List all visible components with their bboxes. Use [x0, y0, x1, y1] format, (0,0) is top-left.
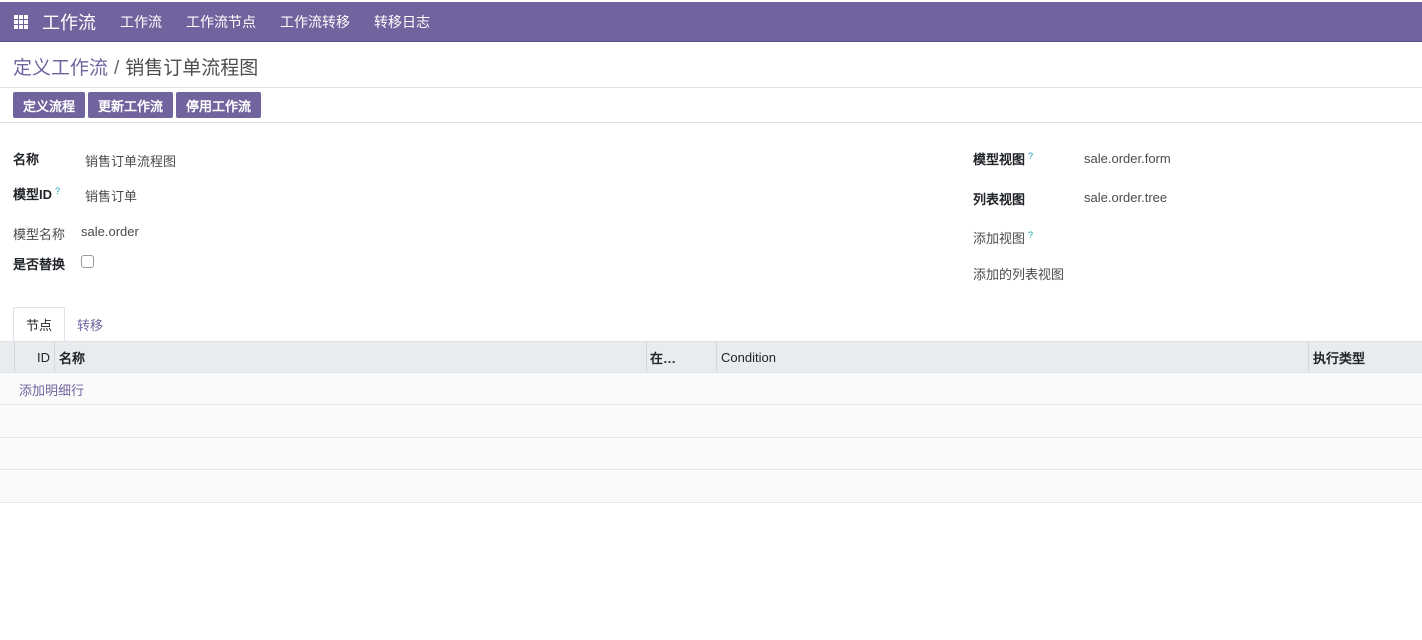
breadcrumb: 定义工作流 / 销售订单流程图 [13, 53, 258, 80]
add-view-label-text: 添加视图 [973, 231, 1026, 246]
table-row [0, 406, 1422, 438]
add-list-view-label: 添加的列表视图 [973, 267, 1065, 282]
breadcrumb-parent[interactable]: 定义工作流 [13, 58, 108, 79]
name-value[interactable]: 销售订单流程图 [85, 151, 176, 170]
add-line-link[interactable]: 添加明细行 [19, 380, 84, 399]
table-row [0, 438, 1422, 470]
table-header: ID 名称 在… Condition 执行类型 [0, 341, 1422, 373]
menu-workflow-nodes[interactable]: 工作流节点 [186, 12, 256, 32]
app-title[interactable]: 工作流 [42, 9, 96, 35]
model-id-value[interactable]: 销售订单 [85, 186, 137, 205]
help-icon[interactable]: ? [1028, 151, 1033, 161]
breadcrumb-current: 销售订单流程图 [125, 58, 259, 79]
column-condition[interactable]: Condition [721, 342, 776, 373]
column-divider [646, 342, 647, 373]
update-workflow-button[interactable]: 更新工作流 [88, 92, 174, 118]
model-view-value[interactable]: sale.order.form [1084, 151, 1171, 166]
apps-grid-icon[interactable] [14, 14, 28, 29]
menu-workflow-transitions[interactable]: 工作流转移 [280, 12, 350, 32]
column-divider [54, 342, 55, 373]
add-view-label: 添加视图? [973, 228, 1033, 247]
action-button-bar: 定义流程 更新工作流 停用工作流 [13, 92, 262, 118]
column-divider [716, 342, 717, 373]
model-name-label: 模型名称 [13, 227, 66, 242]
menu-workflow[interactable]: 工作流 [120, 12, 162, 32]
disable-workflow-button[interactable]: 停用工作流 [176, 92, 262, 118]
replace-label: 是否替换 [13, 257, 66, 272]
column-in[interactable]: 在… [650, 342, 676, 373]
divider [0, 122, 1422, 123]
column-exec-type[interactable]: 执行类型 [1313, 342, 1365, 373]
model-name-value[interactable]: sale.order [81, 224, 139, 239]
tab-transitions[interactable]: 转移 [77, 315, 103, 334]
list-view-value[interactable]: sale.order.tree [1084, 190, 1167, 205]
column-name[interactable]: 名称 [59, 342, 85, 373]
tab-nodes[interactable]: 节点 [13, 307, 65, 342]
menu-transition-log[interactable]: 转移日志 [374, 12, 430, 32]
help-icon[interactable]: ? [1028, 230, 1033, 240]
replace-checkbox[interactable] [81, 255, 94, 268]
divider [0, 87, 1422, 88]
breadcrumb-separator: / [114, 58, 120, 79]
model-id-label: 模型ID? [13, 184, 60, 203]
model-view-label-text: 模型视图 [973, 152, 1026, 167]
model-id-label-text: 模型ID [13, 187, 53, 202]
help-icon[interactable]: ? [55, 186, 60, 196]
top-navbar: 工作流 工作流 工作流节点 工作流转移 转移日志 [0, 2, 1422, 42]
define-flow-button[interactable]: 定义流程 [13, 92, 86, 118]
name-label: 名称 [13, 152, 40, 167]
table-row [0, 471, 1422, 503]
model-view-label: 模型视图? [973, 149, 1033, 168]
column-divider [1308, 342, 1309, 373]
column-id[interactable]: ID [14, 342, 54, 373]
list-view-label: 列表视图 [973, 192, 1026, 207]
table-row [0, 373, 1422, 405]
